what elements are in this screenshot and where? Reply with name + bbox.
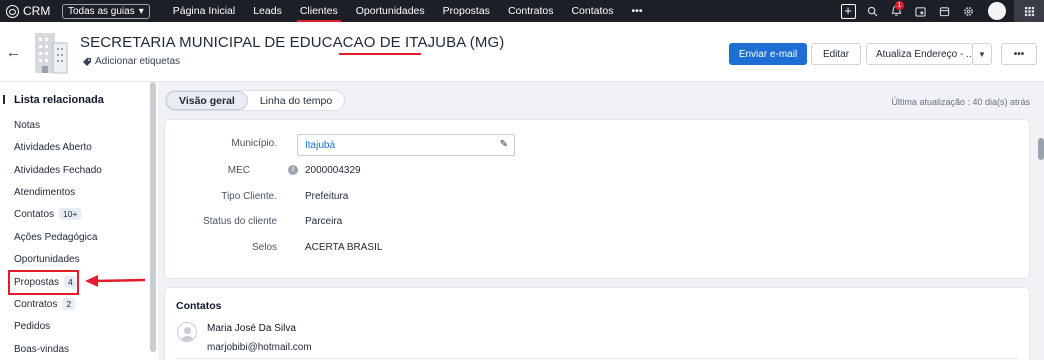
bell-icon[interactable]: 1 — [884, 0, 908, 22]
title-highlight-underline — [339, 53, 421, 55]
count-badge: 2 — [62, 298, 76, 310]
field-label: Selos — [251, 242, 277, 253]
gear-icon[interactable] — [956, 0, 980, 22]
sidebar-item-welcome[interactable]: Boas-vindas — [14, 344, 69, 355]
sidebar-item-closed-activities[interactable]: Atividades Fechado — [14, 165, 102, 176]
contacts-title: Contatos — [176, 300, 222, 312]
sidebar-item-support[interactable]: Atendimentos — [14, 187, 75, 198]
building-icon — [35, 33, 68, 74]
record-header: ← SECRETARIA MUNICIPAL DE EDUCACAO DE IT… — [0, 22, 1044, 82]
tag-icon — [83, 57, 91, 66]
apps-grid-icon[interactable] — [1014, 0, 1044, 22]
back-arrow-icon[interactable]: ← — [6, 44, 21, 61]
user-avatar[interactable] — [988, 2, 1006, 20]
sidebar-scrollbar[interactable] — [150, 82, 156, 352]
field-label: Status do cliente — [203, 216, 277, 227]
status-cliente-value: Parceira — [305, 216, 343, 227]
crm-logo[interactable]: CRM — [0, 4, 60, 18]
menu-item-home[interactable]: Página Inicial — [164, 0, 244, 22]
proposals-highlight-box — [8, 270, 79, 295]
menu-item-clients[interactable]: Clientes — [291, 0, 347, 22]
send-email-button[interactable]: Enviar e-mail — [729, 43, 807, 65]
tipo-cliente-value: Prefeitura — [305, 191, 349, 202]
info-card: Município. Itajubá ✎ MEC i 2000004329 Ti… — [165, 120, 1029, 278]
tab-timeline[interactable]: Linha do tempo — [248, 91, 344, 110]
all-tabs-dropdown[interactable]: Todas as guias ▾ — [62, 3, 150, 19]
sidebar-item-label: Pedidos — [14, 321, 51, 332]
sidebar-item-label: Oportunidades — [14, 254, 80, 265]
sidebar-item-label: Atividades Aberto — [14, 142, 92, 153]
sidebar-item-contracts[interactable]: Contratos 2 — [14, 298, 76, 310]
count-badge: 10+ — [59, 208, 82, 220]
plus-icon[interactable]: + — [836, 0, 860, 22]
menu-item-opportunities[interactable]: Oportunidades — [347, 0, 434, 22]
crm-logo-icon — [6, 4, 19, 18]
field-status-cliente: Status do cliente Parceira — [165, 212, 1029, 232]
sidebar-item-open-activities[interactable]: Atividades Aberto — [14, 142, 92, 153]
red-arrow-icon — [85, 275, 146, 287]
collapse-marker-icon[interactable] — [3, 95, 5, 104]
field-selos: Selos ACERTA BRASIL — [165, 238, 1029, 258]
top-icons: + 1 — [836, 0, 1044, 22]
contact-name[interactable]: Maria José Da Silva — [207, 323, 296, 334]
last-update-text: Última atualização : 40 dia(s) atrás — [891, 97, 1030, 107]
all-tabs-label: Todas as guias — [68, 5, 135, 17]
view-tabs: Visão geral Linha do tempo — [165, 90, 346, 111]
update-dropdown-button[interactable]: ▼ — [972, 43, 992, 65]
sidebar-item-label: Notas — [14, 120, 41, 131]
sidebar-item-opportunities[interactable]: Oportunidades — [14, 254, 80, 265]
field-tipo-cliente: Tipo Cliente. Prefeitura — [165, 187, 1029, 207]
sidebar-item-label: Boas-vindas — [14, 344, 70, 355]
sidebar-item-notes[interactable]: Notas — [14, 120, 40, 131]
sidebar-item-contacts[interactable]: Contatos 10+ — [14, 208, 82, 220]
selos-value: ACERTA BRASIL — [305, 242, 383, 253]
sidebar-item-pedagogical-actions[interactable]: Ações Pedagógica — [14, 232, 97, 243]
chevron-down-icon: ▾ — [138, 5, 144, 17]
field-label: MEC — [227, 165, 250, 176]
add-tags-label: Adicionar etiquetas — [95, 56, 181, 67]
menu-item-contracts[interactable]: Contratos — [499, 0, 563, 22]
main-scrollbar[interactable] — [1038, 138, 1044, 160]
app-name: CRM — [23, 4, 51, 18]
related-list-sidebar: Lista relacionada Notas Atividades Abert… — [0, 82, 158, 360]
info-icon[interactable]: i — [288, 165, 298, 175]
menu-item-more[interactable]: ••• — [623, 0, 652, 22]
more-actions-button[interactable]: ••• — [1001, 43, 1037, 65]
related-list-title: Lista relacionada — [14, 94, 104, 106]
notification-badge: 1 — [895, 1, 904, 10]
sidebar-item-label: Atividades Fechado — [14, 165, 102, 176]
municipio-field[interactable]: Itajubá ✎ — [297, 134, 515, 156]
contacts-card: Contatos Maria José Da Silva marjobibi@h… — [165, 288, 1029, 360]
main-menu: Página Inicial Leads Clientes Oportunida… — [164, 0, 652, 22]
store-icon[interactable] — [932, 0, 956, 22]
mec-value: 2000004329 — [305, 165, 361, 176]
tab-overview[interactable]: Visão geral — [166, 91, 248, 110]
top-nav-bar: CRM Todas as guias ▾ Página Inicial Lead… — [0, 0, 1044, 22]
calendar-icon[interactable] — [908, 0, 932, 22]
pencil-icon[interactable]: ✎ — [500, 139, 508, 150]
update-address-button[interactable]: Atualiza Endereço - ... — [866, 43, 974, 65]
edit-button[interactable]: Editar — [811, 43, 861, 65]
search-icon[interactable] — [860, 0, 884, 22]
menu-item-contacts[interactable]: Contatos — [562, 0, 622, 22]
add-tags-link[interactable]: Adicionar etiquetas — [82, 56, 180, 67]
sidebar-item-orders[interactable]: Pedidos — [14, 321, 50, 332]
contact-email[interactable]: marjobibi@hotmail.com — [207, 342, 312, 353]
sidebar-item-label: Ações Pedagógica — [14, 232, 98, 243]
field-label: Tipo Cliente. — [221, 191, 277, 202]
menu-item-proposals[interactable]: Propostas — [434, 0, 499, 22]
page-title: SECRETARIA MUNICIPAL DE EDUCACAO DE ITAJ… — [80, 34, 505, 51]
sidebar-item-label: Contratos — [14, 298, 58, 310]
divider — [176, 358, 1018, 359]
municipio-value: Itajubá — [305, 140, 336, 151]
sidebar-item-label: Atendimentos — [14, 187, 76, 198]
field-label: Município. — [231, 138, 277, 149]
field-mec: MEC i 2000004329 — [165, 161, 1029, 181]
chevron-down-icon: ▼ — [978, 49, 986, 59]
menu-item-leads[interactable]: Leads — [244, 0, 291, 22]
field-municipio: Município. Itajubá ✎ — [165, 134, 1029, 156]
sidebar-item-label: Contatos — [14, 208, 55, 220]
contact-avatar — [177, 322, 197, 342]
